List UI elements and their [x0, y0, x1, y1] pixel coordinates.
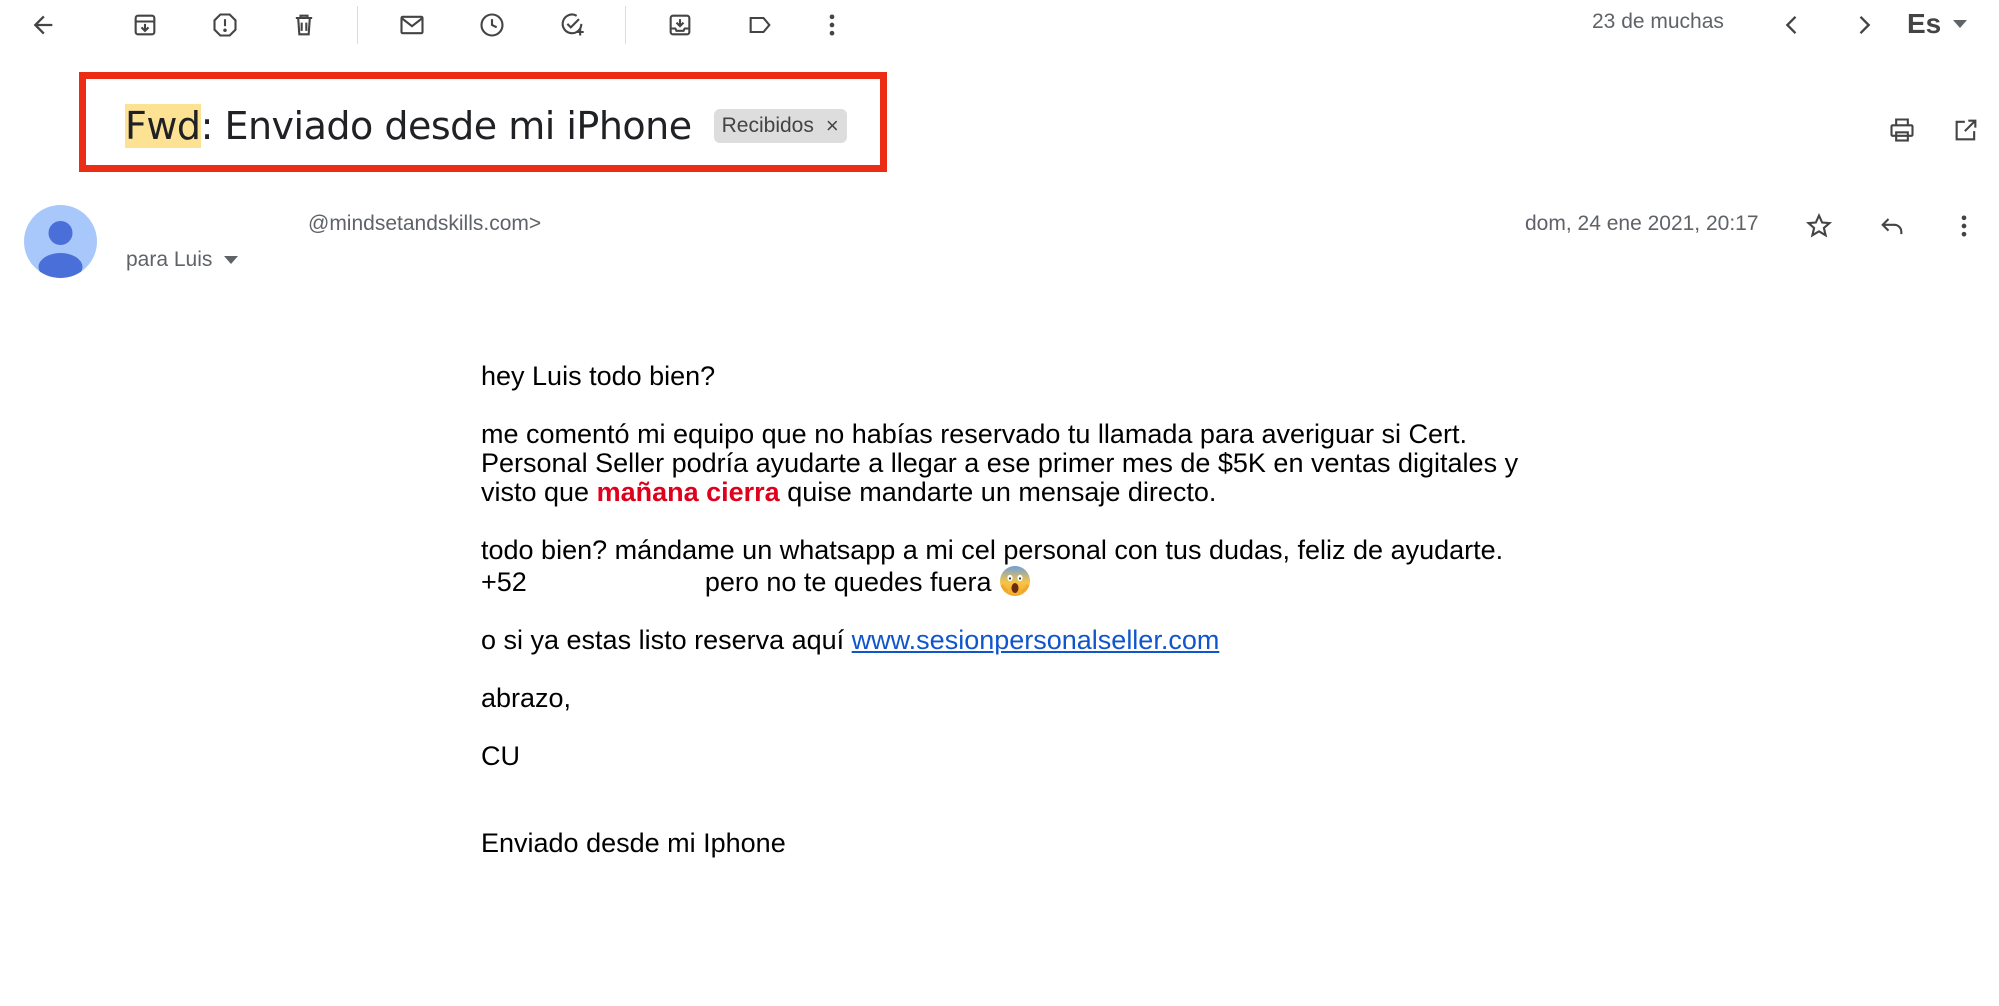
email-body: hey Luis todo bien? me comentó mi equipo… [481, 362, 1518, 858]
sender-email[interactable]: @mindsetandskills.com> [308, 212, 541, 236]
booking-link[interactable]: www.sesionpersonalseller.com [852, 625, 1220, 655]
more-vert-icon [829, 14, 835, 36]
back-button[interactable] [23, 5, 63, 45]
chevron-right-icon [1859, 16, 1871, 34]
body-paragraph-line: todo bien? mándame un whatsapp a mi cel … [481, 535, 1504, 565]
star-icon [1805, 212, 1833, 238]
mark-unread-button[interactable] [392, 5, 432, 45]
email-date: dom, 24 ene 2021, 20:17 [1525, 212, 1759, 235]
add-task-button[interactable] [552, 5, 592, 45]
message-counter: 23 de muchas [1592, 10, 1724, 33]
body-paragraph-line: Personal Seller podría ayudarte a llegar… [481, 448, 1519, 478]
more-vert-icon [1961, 215, 1967, 237]
toolbar-divider [625, 6, 626, 44]
reply-button[interactable] [1872, 206, 1912, 246]
body-text: quise mandarte un mensaje directo. [779, 477, 1217, 507]
print-button[interactable] [1882, 110, 1922, 150]
screaming-face-emoji-icon [1000, 566, 1031, 596]
move-to-button[interactable] [660, 5, 700, 45]
archive-button[interactable] [125, 5, 165, 45]
archive-icon [134, 14, 156, 36]
body-paragraph-line: o si ya estas listo reserva aquí www.ses… [481, 626, 1518, 655]
star-button[interactable] [1799, 206, 1839, 246]
body-text: pero no te quedes fuera [704, 567, 992, 597]
label-chip-inbox[interactable]: Recibidos × [713, 109, 847, 143]
reply-icon [1881, 218, 1903, 235]
label-button[interactable] [740, 5, 780, 45]
add-task-icon [561, 13, 584, 36]
report-spam-icon [213, 13, 237, 37]
delete-button[interactable] [284, 5, 324, 45]
recipient-details[interactable]: para Luis [126, 248, 239, 272]
more-options-button[interactable] [812, 5, 852, 45]
input-tools-button[interactable]: Es [1907, 8, 1968, 40]
body-paragraph-line: me comentó mi equipo que no habías reser… [481, 419, 1468, 449]
label-icon [749, 16, 771, 34]
avatar[interactable] [24, 205, 97, 278]
recipient-text: para Luis [126, 248, 213, 271]
body-signature: CU [481, 741, 520, 771]
toolbar-divider [357, 6, 358, 44]
lang-label: Es [1907, 8, 1942, 39]
body-paragraph-line: +52 pero no te quedes fuera [481, 565, 1518, 597]
person-icon [38, 221, 83, 278]
print-icon [1890, 118, 1914, 142]
phone-prefix: +52 [481, 567, 527, 597]
body-paragraph-line: visto que mañana cierra quise mandarte u… [481, 478, 1518, 507]
body-text: visto que [481, 477, 597, 507]
mark-unread-icon [400, 15, 424, 35]
message-more-button[interactable] [1944, 206, 1984, 246]
move-to-icon [669, 14, 691, 36]
body-footer: Enviado desde mi Iphone [481, 828, 786, 858]
urgent-text: mañana cierra [596, 477, 780, 507]
newer-button[interactable] [1772, 5, 1812, 45]
body-closing: abrazo, [481, 683, 572, 713]
body-text: o si ya estas listo reserva aquí [481, 625, 852, 655]
email-subject: Fwd: Enviado desde mi iPhone Recibidos × [125, 104, 847, 148]
snooze-icon [480, 13, 504, 37]
snooze-button[interactable] [472, 5, 512, 45]
open-in-new-icon [1955, 119, 1977, 141]
back-arrow-icon [33, 15, 53, 35]
chevron-left-icon [1785, 16, 1797, 34]
label-chip-text: Recibidos [721, 114, 814, 137]
remove-label-button[interactable]: × [826, 113, 839, 139]
body-greeting: hey Luis todo bien? [481, 361, 716, 391]
caret-down-icon [224, 256, 239, 264]
older-button[interactable] [1844, 5, 1884, 45]
open-new-window-button[interactable] [1946, 110, 1986, 150]
subject-fwd-prefix: Fwd [125, 104, 201, 148]
caret-down-icon [1953, 20, 1968, 28]
subject-text: : Enviado desde mi iPhone [200, 104, 693, 148]
report-spam-button[interactable] [205, 5, 245, 45]
delete-icon [295, 14, 313, 36]
